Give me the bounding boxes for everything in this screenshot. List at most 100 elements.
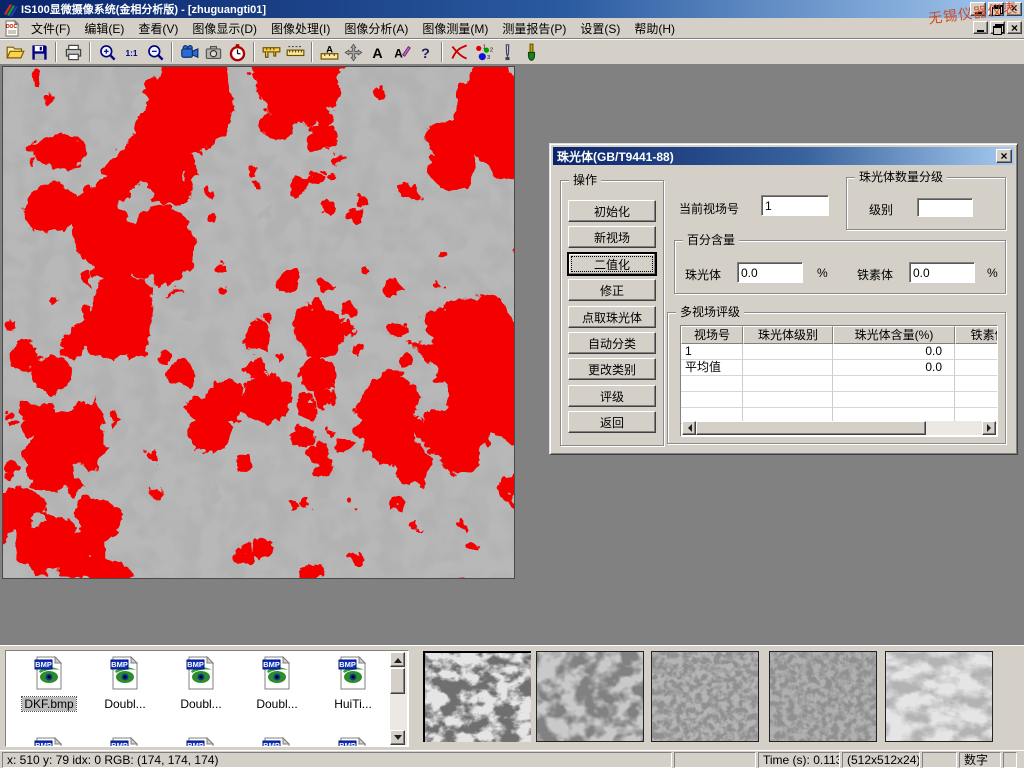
- photo-camera-button[interactable]: [201, 41, 225, 63]
- op-button-7[interactable]: 评级: [568, 385, 656, 407]
- menu-item-4[interactable]: 图像处理(I): [264, 17, 337, 40]
- file-list-scrollbar[interactable]: [390, 652, 407, 745]
- actual-size-button[interactable]: 1:1: [119, 41, 143, 63]
- menu-item-2[interactable]: 查看(V): [131, 17, 185, 40]
- curve-tool-button[interactable]: [447, 41, 471, 63]
- thumbnail-2[interactable]: [536, 651, 644, 742]
- help-icon: ?: [416, 43, 435, 62]
- file-item-row2-4[interactable]: BMP: [316, 737, 390, 747]
- child-minimize-button[interactable]: [973, 21, 988, 34]
- scroll-left-button[interactable]: [682, 421, 696, 435]
- dialog-title-bar[interactable]: 珠光体(GB/T9441-88): [553, 147, 1014, 165]
- menu-item-9[interactable]: 帮助(H): [627, 17, 682, 40]
- file-item-row2-0[interactable]: BMP: [12, 737, 86, 747]
- thumbnail-1[interactable]: [423, 651, 531, 742]
- zoom-in-icon: [98, 43, 117, 62]
- ruler-button[interactable]: [283, 41, 307, 63]
- table-column-0[interactable]: 视场号: [681, 326, 743, 344]
- thumbnail-4[interactable]: [769, 651, 877, 742]
- file-name: Doubl...: [240, 697, 314, 711]
- multi-field-group-label: 多视场评级: [676, 305, 744, 320]
- save-file-button[interactable]: [27, 41, 51, 63]
- toolbar-separator: [89, 42, 91, 62]
- measure-text-button[interactable]: A: [317, 41, 341, 63]
- scroll-thumb[interactable]: [696, 421, 926, 435]
- table-row-2[interactable]: [681, 376, 997, 392]
- pick-tool-button[interactable]: [495, 41, 519, 63]
- scroll-up-button[interactable]: [390, 652, 405, 667]
- file-scroll-thumb[interactable]: [390, 668, 405, 694]
- current-field-input[interactable]: [761, 195, 829, 216]
- file-item-4[interactable]: BMP HuiTi...: [316, 656, 390, 711]
- move-tool-button[interactable]: [341, 41, 365, 63]
- menu-item-1[interactable]: 编辑(E): [77, 17, 131, 40]
- table-column-2[interactable]: 珠光体含量(%): [833, 326, 955, 344]
- menu-item-6[interactable]: 图像测量(M): [415, 17, 495, 40]
- thumbnail-5[interactable]: [885, 651, 993, 742]
- ruler-icon: [286, 43, 305, 62]
- op-button-1[interactable]: 新视场: [568, 226, 656, 248]
- table-row-3[interactable]: [681, 392, 997, 408]
- current-field-label: 当前视场号: [679, 200, 739, 217]
- op-button-2[interactable]: 二值化: [568, 253, 656, 275]
- classify-dots-button[interactable]: 123: [471, 41, 495, 63]
- file-item-2[interactable]: BMP Doubl...: [164, 656, 238, 711]
- table-column-1[interactable]: 珠光体级别: [743, 326, 833, 344]
- annotate-text-button[interactable]: A: [389, 41, 413, 63]
- op-button-4[interactable]: 点取珠光体: [568, 306, 656, 328]
- brush-tool-button[interactable]: [519, 41, 543, 63]
- file-item-row2-1[interactable]: BMP: [88, 737, 162, 747]
- op-button-8[interactable]: 返回: [568, 411, 656, 433]
- file-item-1[interactable]: BMP Doubl...: [88, 656, 162, 711]
- toolbar-separator: [171, 42, 173, 62]
- op-button-5[interactable]: 自动分类: [568, 332, 656, 354]
- op-button-3[interactable]: 修正: [568, 279, 656, 301]
- caliper-button[interactable]: [259, 41, 283, 63]
- menu-item-3[interactable]: 图像显示(D): [185, 17, 264, 40]
- file-item-row2-2[interactable]: BMP: [164, 737, 238, 747]
- timer-button[interactable]: [225, 41, 249, 63]
- op-button-6[interactable]: 更改类别: [568, 358, 656, 380]
- help-button[interactable]: ?: [413, 41, 437, 63]
- bmp-file-icon: BMP: [338, 656, 368, 690]
- file-item-3[interactable]: BMP Doubl...: [240, 656, 314, 711]
- video-camera-icon: [180, 43, 199, 62]
- table-row-0[interactable]: 10.0: [681, 344, 997, 360]
- scroll-track[interactable]: [696, 421, 982, 435]
- percent-input-1[interactable]: [909, 262, 975, 283]
- file-item-row2-3[interactable]: BMP: [240, 737, 314, 747]
- document-icon[interactable]: DOC: [4, 20, 20, 37]
- scroll-down-button[interactable]: [390, 730, 405, 745]
- open-file-button[interactable]: [3, 41, 27, 63]
- micrograph-image[interactable]: [2, 66, 515, 579]
- table-hscrollbar[interactable]: [682, 421, 996, 435]
- status-cell-1: [674, 752, 756, 768]
- menu-item-5[interactable]: 图像分析(A): [337, 17, 415, 40]
- menu-item-8[interactable]: 设置(S): [573, 17, 627, 40]
- table-cell: 0.0: [833, 344, 955, 360]
- op-button-0[interactable]: 初始化: [568, 200, 656, 222]
- thumbnail-3[interactable]: [651, 651, 759, 742]
- open-file-icon: [6, 43, 25, 62]
- dialog-close-button[interactable]: [996, 149, 1012, 163]
- svg-text:BMP: BMP: [35, 660, 52, 669]
- menu-item-7[interactable]: 测量报告(P): [495, 17, 573, 40]
- curve-tool-icon: [450, 43, 469, 62]
- child-close-button[interactable]: [1007, 21, 1022, 34]
- child-restore-button[interactable]: [990, 21, 1005, 34]
- zoom-in-button[interactable]: [95, 41, 119, 63]
- grade-level-input[interactable]: [917, 198, 973, 217]
- text-label-button[interactable]: A: [365, 41, 389, 63]
- menu-item-0[interactable]: 文件(F): [24, 17, 77, 40]
- classify-dots-icon: 123: [474, 43, 493, 62]
- zoom-out-button[interactable]: [143, 41, 167, 63]
- table-column-3[interactable]: 铁素体含量(%): [955, 326, 997, 344]
- scroll-right-button[interactable]: [982, 421, 996, 435]
- file-item-0[interactable]: BMP DKF.bmp: [12, 656, 86, 713]
- table-row-1[interactable]: 平均值0.0: [681, 360, 997, 376]
- percent-input-0[interactable]: [737, 262, 803, 283]
- video-camera-button[interactable]: [177, 41, 201, 63]
- status-cell-6: [1003, 752, 1017, 768]
- print-button[interactable]: [61, 41, 85, 63]
- timer-icon: [228, 43, 247, 62]
